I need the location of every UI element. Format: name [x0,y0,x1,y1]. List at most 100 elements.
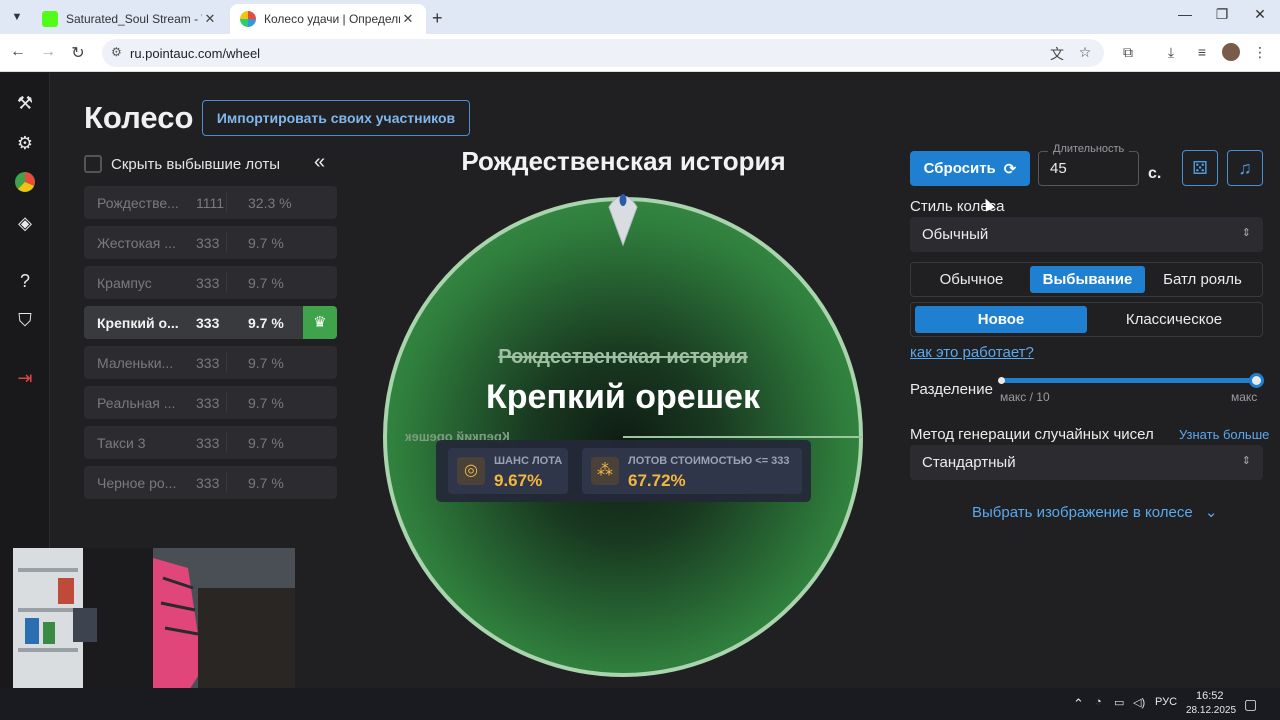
how-it-works-link[interactable]: как это работает? [910,344,1034,361]
lot-amount: 333 [196,474,220,491]
minimize-icon[interactable]: — [1175,6,1195,22]
lot-name: Черное ро... [97,474,177,491]
variant-classic[interactable]: Классическое [1089,306,1259,333]
reload-icon[interactable]: ↻ [68,43,88,63]
tab-search-chevron-icon[interactable]: ▼ [6,6,28,28]
translate-icon[interactable]: 文 [1047,44,1067,64]
settings-gear-icon[interactable]: ⚙ [13,131,37,155]
lot-percent: 9.7 % [248,354,284,371]
forward-icon[interactable]: → [38,43,58,61]
lot-amount: 333 [196,354,220,371]
layers-icon[interactable]: ◈ [13,211,37,235]
split-slider-start [998,377,1005,384]
lot-divider [226,233,227,252]
extensions-icon[interactable]: ⧉ [1118,44,1138,61]
target-icon: ◎ [457,457,485,485]
rng-value: Стандартный [922,454,1016,471]
kick-favicon-icon [42,11,58,27]
lot-row[interactable]: Маленьки... 333 9.7 % [84,346,337,379]
lot-row[interactable]: Жестокая ... 333 9.7 % [84,226,337,259]
winner-lot-name: Крепкий орешек [486,378,760,416]
lot-amount: 333 [196,434,220,451]
lot-stats-panel: ◎ ШАНС ЛОТА 9.67% ⁂ ЛОТОВ СТОИМОСТЬЮ <= … [436,440,811,502]
notifications-icon[interactable]: ▢ [1244,696,1257,713]
learn-more-link[interactable]: Узнать больше [1179,427,1269,442]
split-slider-thumb[interactable] [1249,373,1264,388]
wheel-pie-svg [15,172,35,192]
dice-icon[interactable]: ⚄ [1182,150,1218,186]
lot-row[interactable]: Реальная ... 333 9.7 % [84,386,337,419]
mode-elimination[interactable]: Выбывание [1030,266,1145,293]
back-icon[interactable]: ← [8,43,28,61]
bookmark-star-icon[interactable]: ☆ [1075,44,1095,61]
wheel-pie-icon[interactable] [13,171,37,195]
split-min-label: макс / 10 [1000,390,1050,404]
lot-divider [226,193,227,212]
wheel-title: Рождественская история [461,146,786,176]
lot-row[interactable]: Рождестве... 1111 32.3 % [84,186,337,219]
chevron-down-icon: ⌄ [1204,504,1218,521]
hide-eliminated-label: Скрыть выбывшие лоты [111,155,280,173]
mode-battle-royale[interactable]: Батл рояль [1146,266,1259,293]
cost-value: 67.72% [628,471,686,490]
new-tab-icon[interactable]: + [432,8,443,29]
shield-icon[interactable]: ⛉ [13,308,37,332]
lot-amount: 333 [196,314,220,331]
mode-normal[interactable]: Обычное [914,266,1029,293]
profile-avatar[interactable] [1222,43,1240,61]
rng-label: Метод генерации случайных чисел [910,426,1154,443]
lot-name: Крампус [97,274,152,291]
choose-image-toggle[interactable]: Выбрать изображение в колесе ⌄ [972,503,1217,521]
chance-label: ШАНС ЛОТА [494,455,563,467]
volume-icon[interactable]: ◁) [1133,696,1145,709]
lot-percent: 9.7 % [248,234,284,251]
lot-divider [226,433,227,452]
auction-hammer-icon[interactable]: ⚒ [13,91,37,115]
chance-stat: ◎ ШАНС ЛОТА 9.67% [448,448,568,494]
clock-date[interactable]: 28.12.2025 [1186,705,1236,716]
lot-row[interactable]: Крампус 333 9.7 % [84,266,337,299]
lots-list: Рождестве... 1111 32.3 % Жестокая ... 333 9.… [84,186,337,506]
logout-icon[interactable]: ⇥ [13,366,37,390]
lot-row-active[interactable]: Крепкий о... 333 9.7 % ♛ [84,306,337,339]
chance-value: 9.67% [494,471,543,490]
media-control-icon[interactable]: ≡ [1192,44,1212,60]
close-window-icon[interactable]: ✕ [1250,6,1270,23]
lot-amount: 333 [196,394,220,411]
lot-percent: 9.7 % [248,314,284,331]
maximize-icon[interactable]: ❐ [1212,6,1232,23]
battery-icon[interactable]: ▭ [1114,696,1124,709]
eliminated-lot-name: Рождественская история [498,346,748,368]
close-tab-icon[interactable]: ✕ [400,11,416,27]
clock-time[interactable]: 16:52 [1196,690,1224,702]
import-participants-button[interactable]: Импортировать своих участников [202,100,470,136]
lot-row[interactable]: Черное ро... 333 9.7 % [84,466,337,499]
page-title: Колесо [84,100,194,135]
split-max-label: макс [1231,390,1258,404]
tab-stream[interactable]: Saturated_Soul Stream - Watch ✕ [32,4,228,34]
input-language[interactable]: РУС [1155,696,1177,708]
duration-unit: с. [1148,165,1162,182]
winner-trophy-icon: ♛ [303,306,337,339]
help-icon[interactable]: ? [13,269,37,293]
variant-new[interactable]: Новое [915,306,1087,333]
lot-row[interactable]: Такси 3 333 9.7 % [84,426,337,459]
choose-image-label: Выбрать изображение в колесе [972,504,1193,521]
tab-wheel[interactable]: Колесо удачи | Определите по ✕ [230,4,426,34]
hide-eliminated-checkbox[interactable] [84,155,102,173]
lot-divider [226,393,227,412]
split-slider-track[interactable] [1000,378,1257,383]
downloads-icon[interactable]: ⤓ [1161,44,1181,61]
close-tab-icon[interactable]: ✕ [202,11,218,27]
reset-button[interactable]: Сбросить ⟳ [910,151,1030,186]
wheel-style-select[interactable]: Обычный ⇕ [910,217,1263,252]
site-info-icon[interactable]: ⚙ [111,45,122,59]
rng-select[interactable]: Стандартный ⇕ [910,445,1263,480]
network-icon[interactable]: ◔ [1095,696,1102,708]
collapse-list-icon[interactable]: « [314,151,325,174]
music-note-icon[interactable]: ♫ [1227,150,1263,186]
address-bar[interactable]: ⚙ ru.pointauc.com/wheel [102,39,1104,67]
browser-menu-icon[interactable]: ⋮ [1250,44,1270,61]
tray-chevron-icon[interactable]: ⌃ [1073,696,1084,712]
hide-eliminated-toggle[interactable]: Скрыть выбывшие лоты [84,155,280,173]
